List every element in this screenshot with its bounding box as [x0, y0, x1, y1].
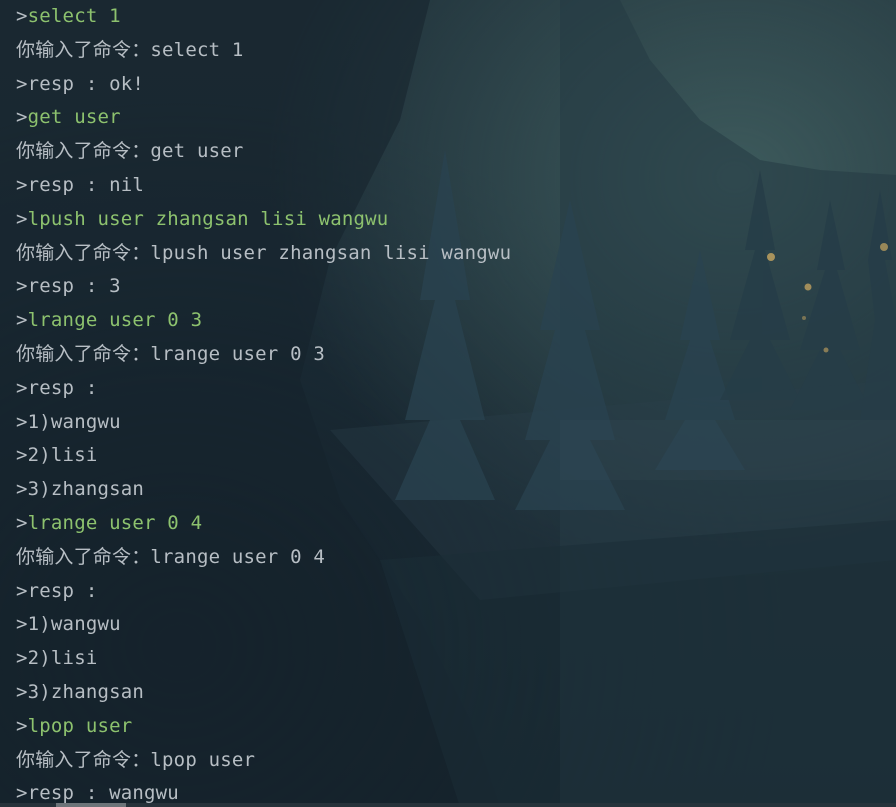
console-command-line: >get user	[16, 101, 896, 135]
console-response-line: >3)zhangsan	[16, 676, 896, 710]
console-response-line: >2)lisi	[16, 439, 896, 473]
console-command-line: >lpush user zhangsan lisi wangwu	[16, 203, 896, 237]
console-response-line: >resp : ok!	[16, 68, 896, 102]
line-text: lpop user	[27, 714, 133, 737]
line-text: >1)wangwu	[16, 613, 121, 636]
prompt-prefix: >	[16, 511, 28, 534]
console-echo-line: 你输入了命令：get user	[16, 135, 896, 169]
line-text: get user	[27, 106, 121, 129]
line-text: 你输入了命令：lpush user zhangsan lisi wangwu	[16, 241, 512, 264]
console-response-line: >1)wangwu	[16, 608, 896, 642]
prompt-prefix: >	[16, 207, 28, 230]
console-echo-line: 你输入了命令：select 1	[16, 34, 896, 68]
line-text: lpush user zhangsan lisi wangwu	[27, 207, 389, 230]
line-text: >resp : ok!	[16, 72, 145, 95]
console-response-line: >2)lisi	[16, 642, 896, 676]
console-command-line: >lrange user 0 4	[16, 507, 896, 541]
console-response-line: >resp :	[16, 372, 896, 406]
console-echo-line: 你输入了命令：lrange user 0 3	[16, 338, 896, 372]
console-response-line: >3)zhangsan	[16, 473, 896, 507]
prompt-prefix: >	[16, 714, 28, 737]
line-text: >3)zhangsan	[16, 478, 145, 501]
console-command-line: >lpop user	[16, 710, 896, 744]
prompt-prefix: >	[16, 5, 28, 27]
console-command-line: >select 1	[16, 0, 896, 34]
line-text: >1)wangwu	[16, 410, 121, 433]
line-text: >resp : 3	[16, 275, 121, 298]
line-text: >resp :	[16, 579, 98, 602]
console-command-line: >lrange user 0 3	[16, 304, 896, 338]
line-text: >resp : wangwu	[16, 782, 179, 805]
console-response-line: >1)wangwu	[16, 406, 896, 440]
console-response-line: >resp :	[16, 575, 896, 609]
line-text: 你输入了命令：lrange user 0 3	[16, 342, 325, 365]
prompt-prefix: >	[16, 309, 28, 332]
console-output[interactable]: >select 1 你输入了命令：select 1 >resp : ok! >get …	[16, 0, 896, 807]
console-response-line: >resp : nil	[16, 169, 896, 203]
console-response-line: >resp : 3	[16, 270, 896, 304]
prompt-prefix: >	[16, 106, 28, 129]
line-text: 你输入了命令：select 1	[16, 38, 244, 61]
line-text: lrange user 0 3	[27, 309, 203, 332]
line-text: 你输入了命令：lpop user	[16, 748, 256, 771]
line-text: >resp : nil	[16, 173, 145, 196]
console-echo-line: 你输入了命令：lpush user zhangsan lisi wangwu	[16, 237, 896, 271]
console-echo-line: 你输入了命令：lrange user 0 4	[16, 541, 896, 575]
line-text: >2)lisi	[16, 647, 98, 670]
line-text: >resp :	[16, 376, 98, 399]
line-text: 你输入了命令：lrange user 0 4	[16, 545, 325, 568]
console-echo-line: 你输入了命令：lpop user	[16, 744, 896, 778]
scrollbar-thumb[interactable]	[56, 803, 126, 807]
line-text: >2)lisi	[16, 444, 98, 467]
line-text: select 1	[27, 5, 121, 27]
horizontal-scrollbar[interactable]	[0, 803, 896, 807]
line-text: >3)zhangsan	[16, 680, 145, 703]
line-text: lrange user 0 4	[27, 511, 203, 534]
line-text: 你输入了命令：get user	[16, 140, 244, 163]
